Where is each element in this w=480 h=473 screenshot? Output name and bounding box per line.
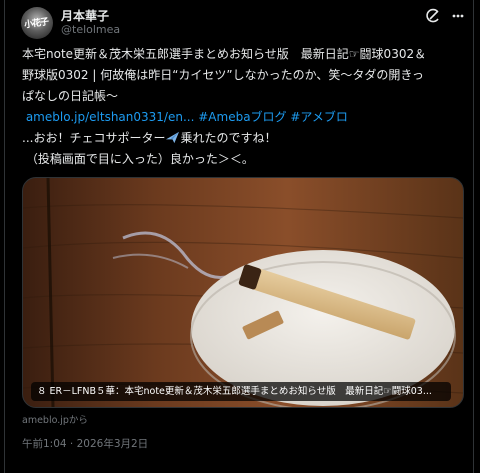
author-handle[interactable]: @telolmea bbox=[61, 23, 120, 36]
link-card-image[interactable]: ８ ER－LFNB５華：本宅note更新＆茂木栄五郎選手まとめお知らせ版 最新日… bbox=[22, 177, 464, 408]
airplane-emoji bbox=[166, 131, 180, 144]
more-icon[interactable] bbox=[451, 8, 465, 24]
avatar[interactable]: 小花子 bbox=[21, 7, 53, 39]
tweet-line: 野球版0302 | 何故俺は昨日“カイセツ”しなかったのか、笑〜タダの開きっ bbox=[22, 68, 424, 82]
tweet-line: ぱなしの日記帳〜 bbox=[22, 89, 119, 103]
link-source[interactable]: ameblo.jpから bbox=[22, 412, 88, 426]
tweet-line: （投稿画面で目に入った）良かった＞＜。 bbox=[25, 152, 254, 166]
tweet-card: 小花子 月本華子 @telolmea 本宅note更新＆茂木栄五郎選手まとめお知… bbox=[4, 0, 474, 473]
article-link[interactable]: ameblo.jp/eltshan0331/en... bbox=[26, 110, 195, 124]
avatar-text: 小花子 bbox=[23, 17, 49, 31]
tweet-line: ...おお！チェコサポーター bbox=[22, 131, 166, 145]
hashtag-link[interactable]: #アメブロ bbox=[290, 110, 347, 124]
link-card-title[interactable]: ８ ER－LFNB５華：本宅note更新＆茂木栄五郎選手まとめお知らせ版 最新日… bbox=[31, 382, 451, 401]
photo bbox=[23, 178, 463, 407]
hashtag-link[interactable]: #Amebaブログ bbox=[198, 110, 286, 124]
tweet-text: 本宅note更新＆茂木栄五郎選手まとめお知らせ版 最新日記☞闘球0302＆ 野球… bbox=[22, 44, 467, 170]
tweet-line: 乗れたのですね！ bbox=[180, 131, 277, 145]
post-timestamp[interactable]: 午前1:04 · 2026年3月2日 bbox=[22, 436, 148, 451]
author-name[interactable]: 月本華子 bbox=[61, 7, 109, 24]
grok-icon[interactable] bbox=[425, 8, 441, 24]
tweet-line: 本宅note更新＆茂木栄五郎選手まとめお知らせ版 最新日記☞闘球0302＆ bbox=[22, 47, 427, 61]
